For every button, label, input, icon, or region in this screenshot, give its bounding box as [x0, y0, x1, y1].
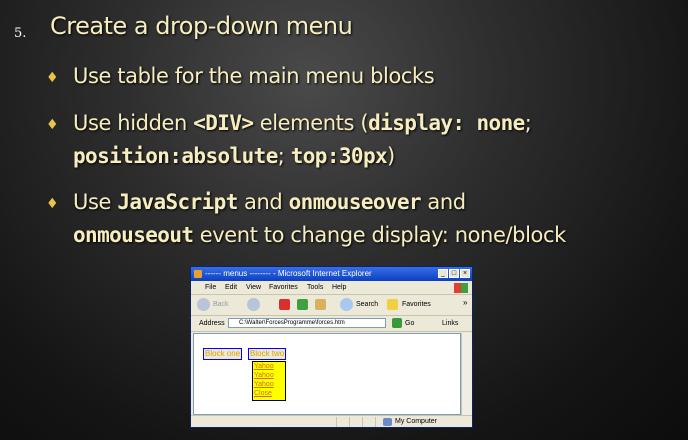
bullet-3-pre: Use: [73, 190, 118, 214]
bullet-2: Use hidden <DIV> elements (display: none…: [73, 107, 673, 173]
vertical-scrollbar[interactable]: [461, 333, 472, 415]
menu-block-one[interactable]: Block one: [203, 348, 243, 360]
links-button[interactable]: Links: [442, 320, 458, 327]
bullet-1: Use table for the main menu blocks: [73, 60, 435, 93]
back-icon[interactable]: [197, 298, 210, 311]
code-javascript: JavaScript: [117, 190, 238, 214]
computer-icon: [383, 418, 392, 426]
code-onmouseover: onmouseover: [288, 190, 422, 214]
status-segment: [336, 417, 349, 427]
favorites-star-icon[interactable]: [387, 299, 398, 310]
slide-number: 5.: [14, 26, 27, 41]
maximize-icon[interactable]: □: [449, 269, 459, 278]
search-icon[interactable]: [340, 298, 353, 311]
bullet-2-sep2: ;: [277, 144, 291, 168]
browser-titlebar: ------ menus -------- - Microsoft Intern…: [191, 267, 472, 281]
stop-icon[interactable]: [279, 299, 290, 310]
bullet-1-text: Use table for the main menu blocks: [73, 64, 435, 88]
bullet-3-mid: and: [237, 190, 289, 214]
slide-title: Create a drop-down menu: [50, 12, 353, 40]
bullet-2-pre: Use hidden: [73, 111, 194, 135]
back-label: Back: [213, 301, 229, 308]
code-display-none: display: none: [368, 111, 525, 135]
status-segment: [349, 417, 362, 427]
browser-window: ------ menus -------- - Microsoft Intern…: [190, 266, 473, 428]
page-content: Block one Block two Yahoo Yahoo Yahoo Cl…: [193, 333, 461, 415]
status-bar: My Computer: [191, 415, 472, 427]
menu-view[interactable]: View: [246, 284, 261, 291]
status-segment: [362, 417, 375, 427]
toolbar-more-icon[interactable]: »: [463, 298, 467, 307]
menu-edit[interactable]: Edit: [225, 284, 237, 291]
favorites-label[interactable]: Favorites: [402, 301, 431, 308]
browser-menubar: File Edit View Favorites Tools Help: [191, 282, 472, 295]
bullet-dot: ♦: [46, 70, 59, 86]
address-bar: Address C:\Walter\ForcesProgramme\forces…: [191, 316, 472, 332]
minimize-icon[interactable]: _: [438, 269, 448, 278]
code-position-absolute: position:absolute: [73, 144, 278, 168]
bullet-2-sep: ;: [524, 111, 532, 135]
browser-toolbar: Back Search Favorites »: [191, 295, 472, 316]
address-input[interactable]: C:\Walter\ForcesProgramme\forces.htm: [228, 318, 386, 328]
bullet-3-mid2: and: [421, 190, 466, 214]
address-label: Address: [199, 320, 225, 327]
dropdown-link[interactable]: Yahoo: [254, 362, 274, 371]
dropdown-close-link[interactable]: Close: [254, 389, 272, 398]
bullet-3: Use JavaScript and onmouseover and onmous…: [73, 186, 683, 252]
bullet-dot: ♦: [46, 117, 59, 133]
go-button[interactable]: Go: [405, 320, 414, 327]
browser-title: ------ menus -------- - Microsoft Intern…: [205, 269, 372, 278]
close-icon[interactable]: ×: [460, 269, 470, 278]
menu-block-two[interactable]: Block two: [248, 348, 287, 360]
home-icon[interactable]: [315, 299, 326, 310]
slide: 5. Create a drop-down menu ♦ Use table f…: [0, 0, 688, 440]
search-label[interactable]: Search: [356, 301, 378, 308]
code-div: <DIV>: [193, 111, 254, 135]
menu-tools[interactable]: Tools: [307, 284, 323, 291]
bullet-3-end: event to change display: none/block: [193, 223, 567, 247]
bullet-dot: ♦: [46, 196, 59, 212]
ie-icon: [194, 270, 202, 278]
menu-favorites[interactable]: Favorites: [269, 284, 298, 291]
dropdown-link[interactable]: Yahoo: [254, 380, 274, 389]
go-icon[interactable]: [392, 318, 402, 328]
menu-help[interactable]: Help: [332, 284, 346, 291]
code-top-30px: top:30px: [290, 144, 388, 168]
bullet-2-end: ): [387, 144, 395, 168]
windows-logo-icon: [454, 283, 468, 293]
bullet-2-mid: elements (: [253, 111, 369, 135]
status-zone: My Computer: [395, 418, 438, 425]
code-onmouseout: onmouseout: [73, 223, 194, 247]
forward-icon[interactable]: [247, 298, 260, 311]
dropdown-link[interactable]: Yahoo: [254, 371, 274, 380]
menu-file[interactable]: File: [205, 284, 216, 291]
refresh-icon[interactable]: [297, 299, 308, 310]
dropdown-div: Yahoo Yahoo Yahoo Close: [252, 361, 286, 401]
